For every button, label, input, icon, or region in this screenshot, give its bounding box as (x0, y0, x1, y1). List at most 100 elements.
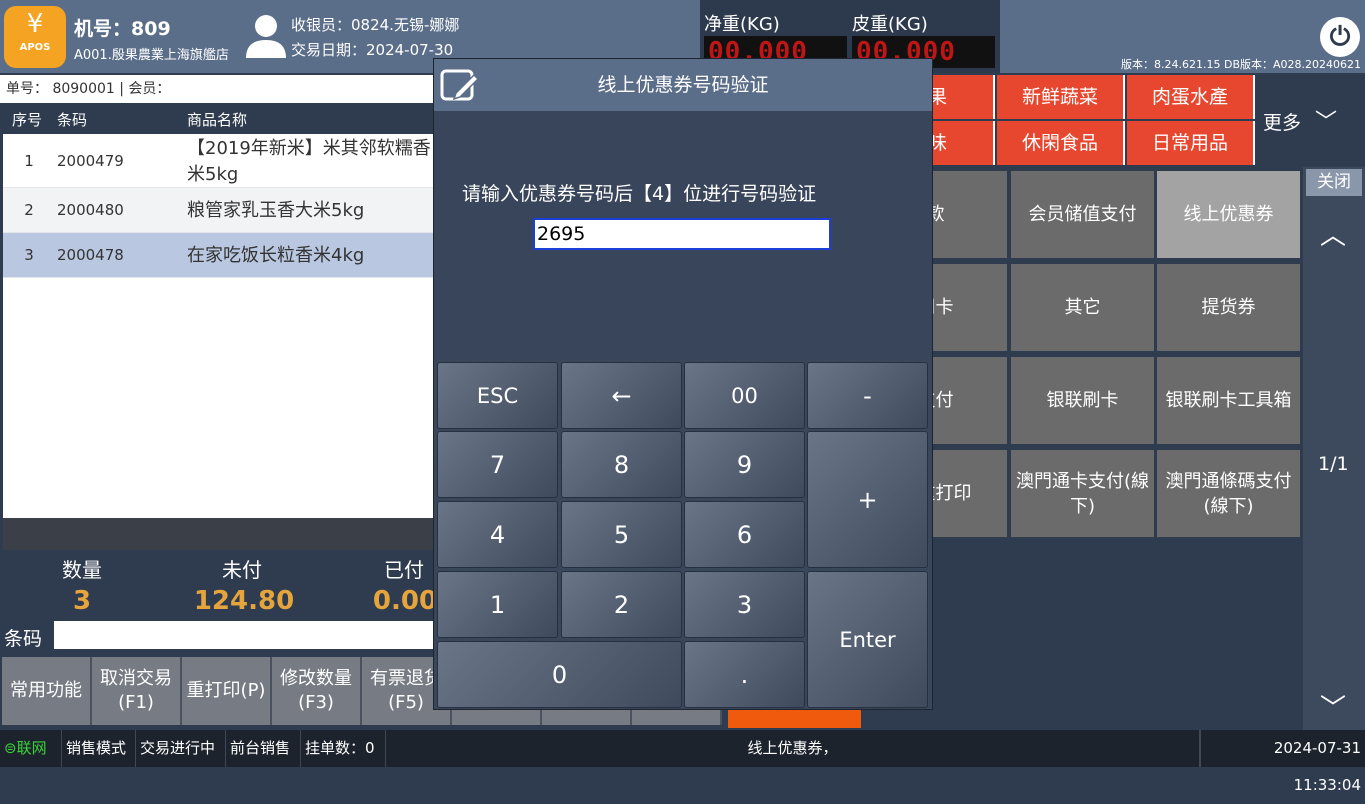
double-zero-key[interactable]: 00 (684, 362, 805, 429)
row-barcode: 2000479 (57, 152, 124, 170)
key-6[interactable]: 6 (684, 501, 805, 568)
chevron-up-icon[interactable]: ︿ (1320, 215, 1346, 252)
item-table: 1 2000479 【2019年新米】米其邻软糯香 米5kg 2 2000480… (3, 134, 440, 518)
decimal-key[interactable]: . (684, 641, 805, 708)
btn-key: (F5) (388, 692, 424, 713)
backspace-key[interactable]: ← (561, 362, 682, 429)
desk-status: 前台销售 (226, 730, 301, 767)
logo-text: APOS (19, 42, 51, 53)
btn-label: 常用功能 (10, 680, 82, 701)
col-name: 商品名称 (187, 111, 248, 129)
key-0[interactable]: 0 (437, 641, 682, 708)
tare-label: 皮重(KG) (852, 14, 928, 35)
unionpay-toolbox-button[interactable]: 银联刷卡工具箱 (1157, 357, 1300, 444)
transaction-status: 交易进行中 (136, 730, 226, 767)
dialog-title: 线上优惠券号码验证 (434, 59, 932, 111)
net-weight-label: 净重(KG) (704, 14, 780, 35)
order-info-bar: 单号： 8090001 | 会员： (0, 75, 440, 103)
table-footer (3, 518, 440, 550)
reprint-button[interactable]: 重打印(P) (182, 657, 272, 725)
unpaid-label: 未付 (222, 558, 262, 582)
member-stored-value-button[interactable]: 会员储值支付 (1011, 171, 1154, 258)
status-datetime: 2024-07-31 11:33:04 (1200, 730, 1365, 794)
key-1[interactable]: 1 (437, 571, 558, 638)
row-barcode: 2000478 (57, 246, 124, 264)
unpaid-value: 124.80 (193, 586, 295, 616)
user-icon (246, 15, 286, 58)
status-bar: ⊜联网 销售模式 交易进行中 前台销售 挂单数：0 线上优惠券， 2024-07… (0, 730, 1365, 794)
dialog-prompt: 请输入优惠券号码后【4】位进行号码验证 (462, 183, 817, 205)
plus-key[interactable]: + (807, 431, 928, 568)
key-5[interactable]: 5 (561, 501, 682, 568)
col-no: 序号 (12, 111, 43, 129)
col-barcode: 条码 (57, 111, 88, 129)
yen-icon: ¥ (26, 9, 44, 39)
pickup-voucher-button[interactable]: 提货券 (1157, 264, 1300, 351)
row-no: 2 (24, 201, 34, 219)
key-9[interactable]: 9 (684, 431, 805, 498)
table-header: 序号 条码 商品名称 (3, 107, 440, 134)
key-2[interactable]: 2 (561, 571, 682, 638)
key-7[interactable]: 7 (437, 431, 558, 498)
power-icon[interactable]: ⏻ (1320, 17, 1360, 57)
common-functions-button[interactable]: 常用功能 (2, 657, 92, 725)
macau-pass-card-button[interactable]: 澳門通卡支付(線下) (1011, 450, 1154, 537)
row-name: 粮管家乳玉香大米5kg (187, 200, 365, 221)
modify-qty-button[interactable]: 修改数量 (F3) (272, 657, 362, 725)
key-3[interactable]: 3 (684, 571, 805, 638)
coupon-code-input[interactable]: 2695 (533, 218, 831, 250)
btn-label: 有票退货 (370, 668, 442, 689)
cashier-info: 收银员：0824.无锡-娜娜 (291, 16, 460, 34)
trade-date: 交易日期：2024-07-30 (291, 41, 454, 59)
key-4[interactable]: 4 (437, 501, 558, 568)
minus-key[interactable]: - (807, 362, 928, 429)
esc-key[interactable]: ESC (437, 362, 558, 429)
machine-number: 机号：809 (74, 18, 171, 40)
row-barcode: 2000480 (57, 201, 124, 219)
enter-key[interactable]: Enter (807, 571, 928, 708)
table-row[interactable]: 1 2000479 【2019年新米】米其邻软糯香 米5kg (3, 134, 440, 188)
mode-status: 销售模式 (62, 730, 136, 767)
btn-key: (F1) (118, 692, 154, 713)
qty-value: 3 (72, 586, 92, 616)
network-icon: ⊜ (4, 739, 17, 757)
coupon-verify-dialog: 线上优惠券号码验证 请输入优惠券号码后【4】位进行号码验证 2695 ESC ←… (433, 58, 933, 710)
status-message: 线上优惠券， (386, 730, 1200, 767)
store-name: A001.殷果農業上海旗艦店 (74, 48, 229, 63)
online-coupon-button[interactable]: 线上优惠券 (1157, 171, 1300, 258)
cancel-transaction-button[interactable]: 取消交易 (F1) (92, 657, 182, 725)
table-row-selected[interactable]: 3 2000478 在家吃饭长粒香米4kg (3, 233, 440, 278)
category-meat-seafood[interactable]: 肉蛋水產 (1127, 75, 1255, 119)
chevron-down-icon[interactable]: ﹀ (1320, 688, 1346, 725)
category-daily-goods[interactable]: 日常用品 (1127, 121, 1255, 165)
other-payment-button[interactable]: 其它 (1011, 264, 1154, 351)
chevron-down-icon[interactable]: ﹀ (1315, 104, 1337, 136)
qty-label: 数量 (62, 558, 102, 582)
row-no: 3 (24, 246, 34, 264)
version-info: 版本：8.24.621.15 DB版本：A028.20240621 (1121, 58, 1361, 71)
btn-label: 重打印(P) (186, 680, 266, 701)
category-vegetables[interactable]: 新鲜蔬菜 (997, 75, 1125, 119)
row-no: 1 (24, 152, 34, 170)
barcode-input[interactable] (54, 621, 440, 649)
network-label: 联网 (16, 739, 47, 757)
btn-label: 取消交易 (100, 668, 172, 689)
row-name-cont: 米5kg (187, 164, 239, 185)
close-button[interactable]: 关闭 (1306, 169, 1362, 196)
held-orders: 挂单数：0 (301, 730, 386, 767)
unionpay-card-button[interactable]: 银联刷卡 (1011, 357, 1154, 444)
macau-pass-barcode-button[interactable]: 澳門通條碼支付(線下) (1157, 450, 1300, 537)
row-name: 【2019年新米】米其邻软糯香 (187, 138, 431, 159)
barcode-label: 条码 (4, 628, 43, 650)
btn-label: 修改数量 (280, 668, 352, 689)
btn-key: (F3) (298, 692, 334, 713)
edit-icon (440, 69, 478, 101)
app-logo: ¥ APOS (4, 6, 66, 68)
key-8[interactable]: 8 (561, 431, 682, 498)
category-snacks[interactable]: 休閑食品 (997, 121, 1125, 165)
network-status: ⊜联网 (0, 730, 62, 767)
more-categories-button[interactable]: 更多 (1263, 108, 1301, 135)
row-name: 在家吃饭长粒香米4kg (187, 245, 365, 266)
page-indicator: 1/1 (1318, 453, 1349, 475)
table-row[interactable]: 2 2000480 粮管家乳玉香大米5kg (3, 188, 440, 233)
